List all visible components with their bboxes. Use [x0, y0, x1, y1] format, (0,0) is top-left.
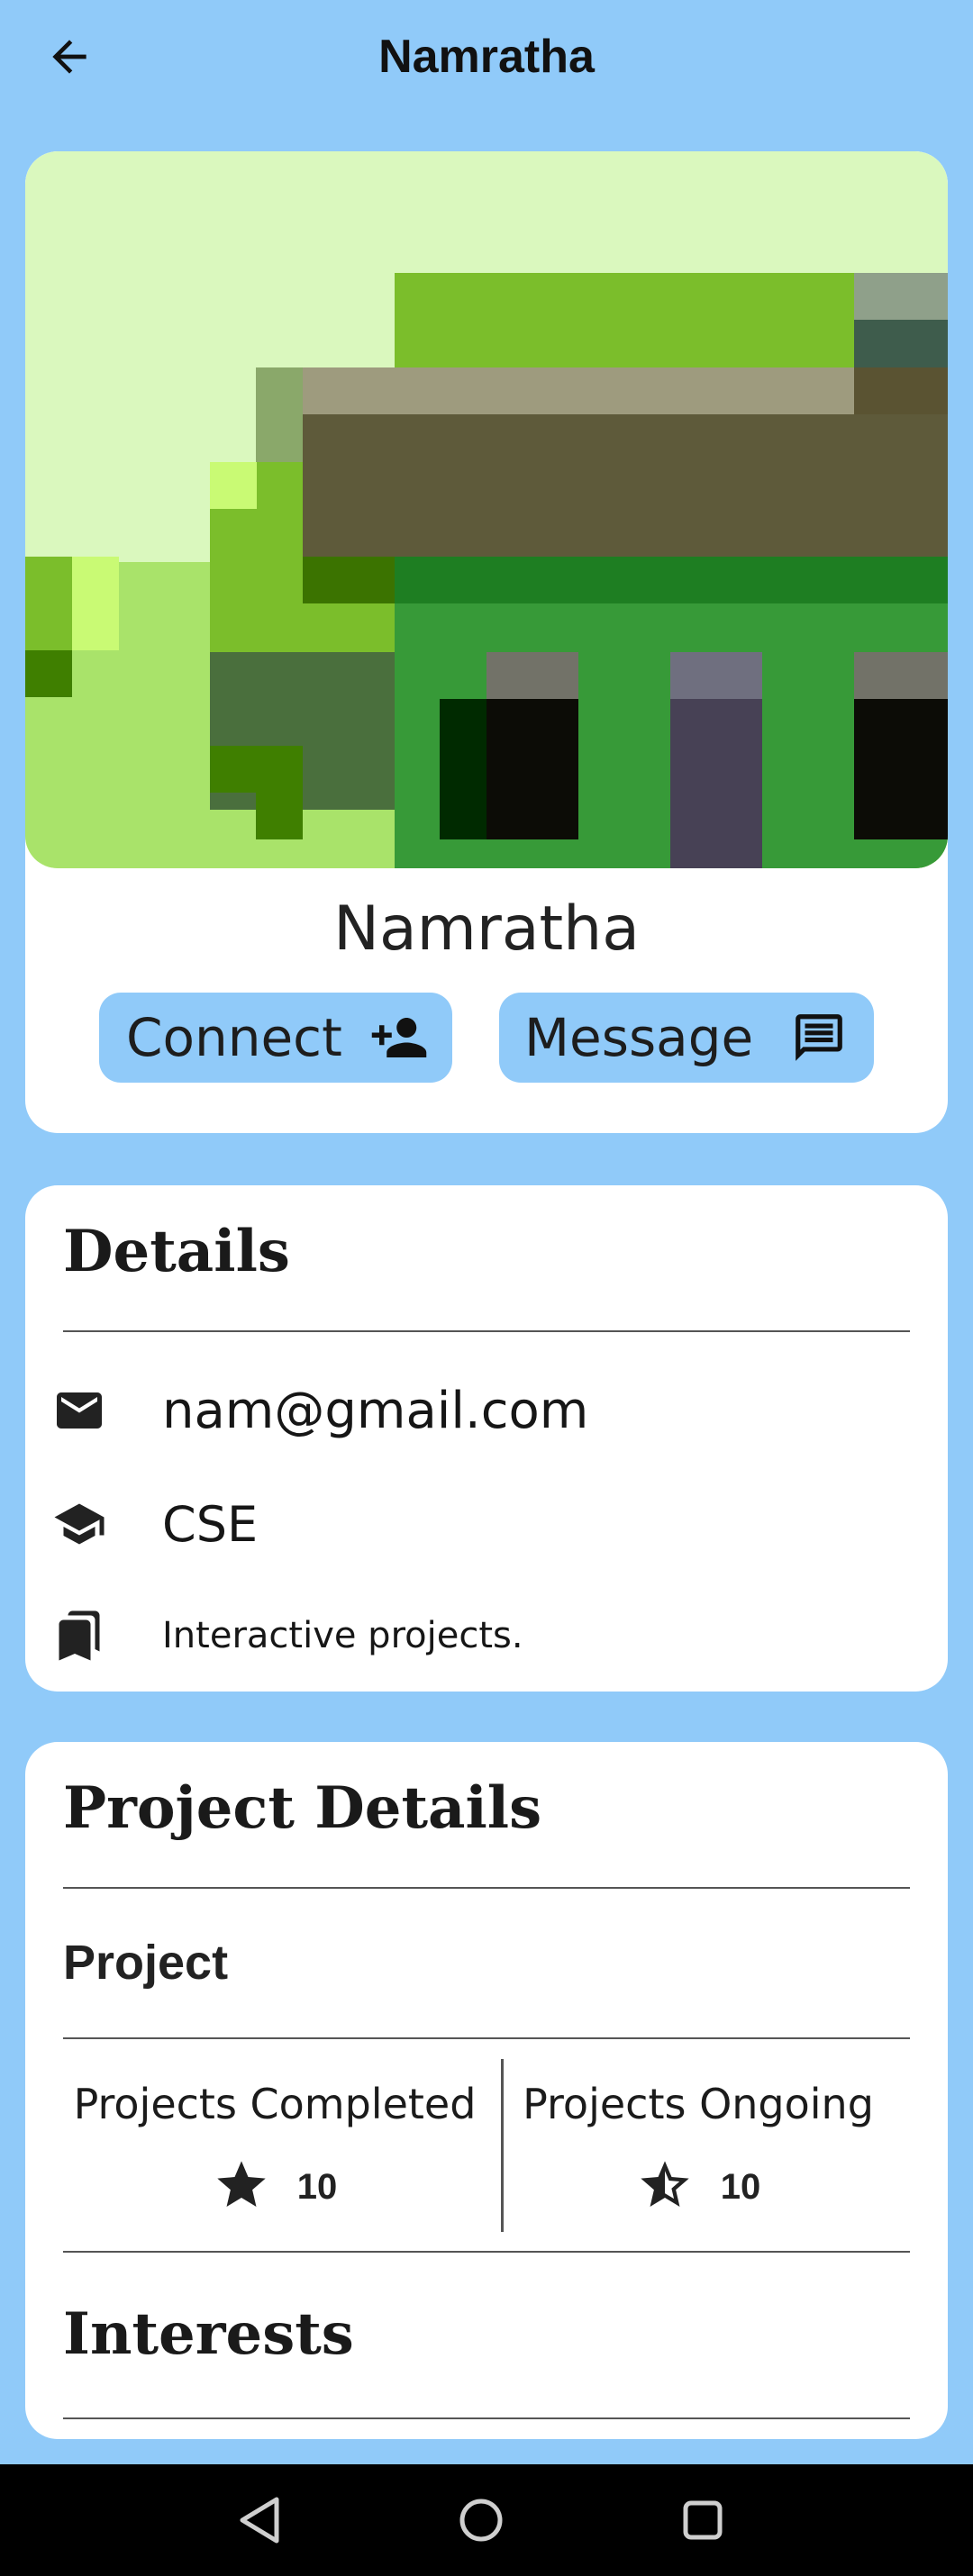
project-details-title: Project Details: [63, 1774, 542, 1842]
bookmarks-icon: [52, 1609, 106, 1663]
nav-home-button[interactable]: [450, 2490, 512, 2551]
system-nav-bar: [0, 2464, 973, 2576]
projects-completed-label: Projects Completed: [73, 2080, 477, 2128]
app-bar: Namratha: [0, 0, 973, 112]
star-half-icon: [636, 2156, 694, 2218]
project-divider: [63, 2037, 910, 2039]
school-icon: [52, 1497, 106, 1551]
message-label: Message: [524, 1007, 754, 1068]
detail-row-email[interactable]: nam@gmail.com: [25, 1365, 948, 1456]
detail-row-department[interactable]: CSE: [25, 1479, 948, 1569]
projects-ongoing-stat: Projects Ongoing 10: [486, 2064, 910, 2227]
project-details-divider: [63, 1887, 910, 1889]
project-subtitle: Project: [63, 1936, 229, 1990]
project-details-card: Project Details Project Projects Complet…: [25, 1742, 948, 2439]
person-add-icon: [369, 1012, 429, 1063]
stats-divider: [63, 2251, 910, 2253]
details-divider: [63, 1330, 910, 1332]
nav-back-button[interactable]: [229, 2490, 290, 2551]
projects-ongoing-label: Projects Ongoing: [523, 2080, 874, 2128]
profile-name: Namratha: [333, 893, 640, 965]
department-text: CSE: [162, 1495, 259, 1553]
email-text: nam@gmail.com: [162, 1381, 589, 1440]
star-filled-icon: [213, 2156, 270, 2218]
details-card: Details nam@gmail.com CSE Interactive pr…: [25, 1185, 948, 1692]
interests-divider: [63, 2417, 910, 2419]
chat-message-icon: [789, 1012, 849, 1063]
interest-text: Interactive projects.: [162, 1615, 523, 1656]
pixelated-house-cover-image: [25, 151, 948, 868]
page-title: Namratha: [378, 31, 595, 83]
message-button[interactable]: Message: [499, 993, 874, 1083]
mail-icon: [52, 1383, 106, 1438]
projects-completed-stat: Projects Completed 10: [63, 2064, 486, 2227]
detail-row-interest[interactable]: Interactive projects.: [25, 1591, 948, 1681]
connect-label: Connect: [126, 1007, 342, 1068]
profile-card: Namratha Connect Message: [25, 151, 948, 1133]
interests-title: Interests: [63, 2300, 354, 2368]
projects-completed-value: 10: [296, 2166, 338, 2207]
nav-home-circle-icon: [459, 2499, 503, 2542]
nav-recents-button[interactable]: [672, 2490, 733, 2551]
cover-image: [25, 151, 948, 868]
projects-ongoing-value: 10: [720, 2166, 761, 2207]
connect-button[interactable]: Connect: [99, 993, 452, 1083]
details-title: Details: [63, 1218, 290, 1285]
nav-back-triangle-icon: [240, 2497, 279, 2544]
nav-recents-square-icon: [683, 2500, 723, 2540]
